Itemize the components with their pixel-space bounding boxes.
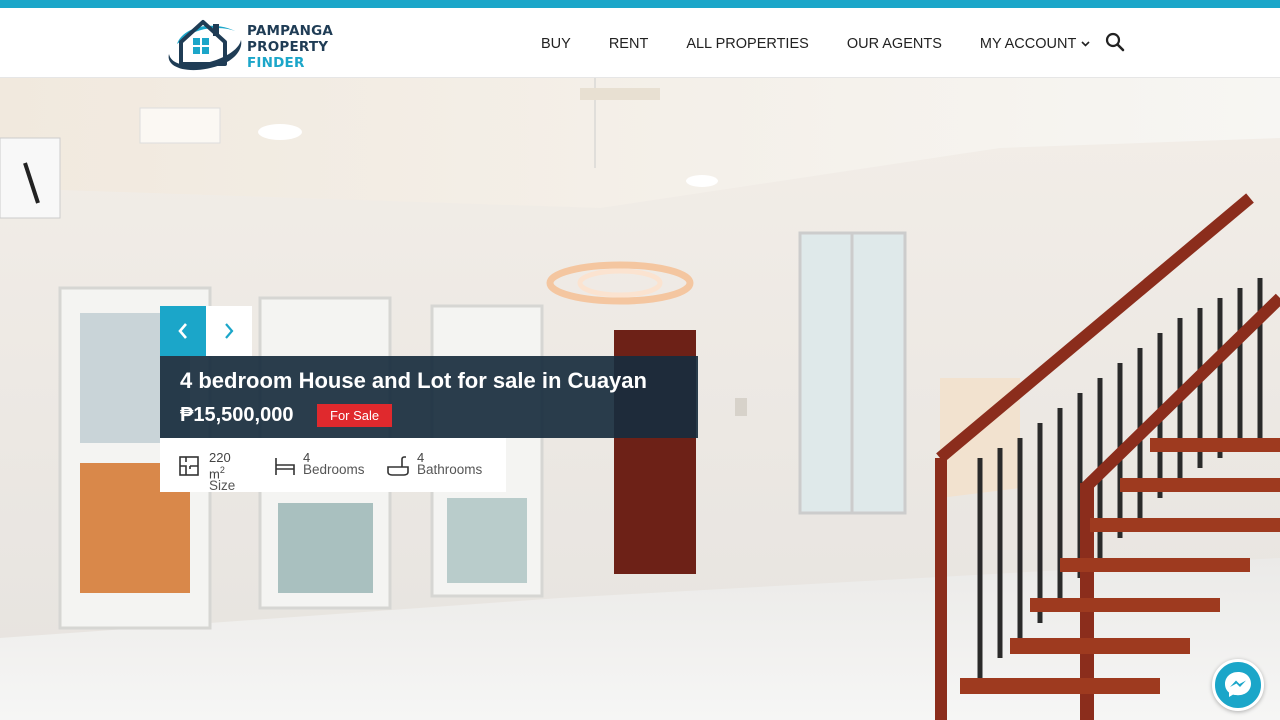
- messenger-icon: [1225, 672, 1251, 697]
- hero-property-photo: 4 bedroom House and Lot for sale in Cuay…: [0, 78, 1280, 720]
- spec-bedrooms-label: Bedrooms: [303, 462, 365, 477]
- listing-card[interactable]: 4 bedroom House and Lot for sale in Cuay…: [160, 356, 698, 438]
- chevron-down-icon: [1081, 39, 1090, 50]
- nav-item-rent-label: RENT: [608, 36, 649, 52]
- carousel-prev-button[interactable]: [160, 306, 206, 356]
- top-accent-bar: [0, 0, 1280, 8]
- messenger-chat-button[interactable]: [1212, 659, 1264, 711]
- spec-size-label: Size: [209, 478, 236, 494]
- nav-item-my-account-label: MY ACCOUNT: [979, 36, 1077, 52]
- listing-specs: 220 m2 Size 4 Bedrooms 4 Bathrooms: [160, 438, 506, 494]
- site-logo[interactable]: PAMPANGA PROPERTY FINDER: [163, 14, 343, 74]
- chevron-left-icon: [160, 306, 206, 356]
- nav-item-rent[interactable]: RENT: [609, 36, 648, 52]
- floor-plan-icon: [179, 456, 199, 476]
- spec-bathrooms-label: Bathrooms: [417, 462, 483, 477]
- house-logo-icon: [168, 20, 242, 71]
- spec-size-text: 220 m2 Size: [209, 450, 236, 494]
- bed-icon: [275, 458, 295, 475]
- spec-bathrooms-text: 4 Bathrooms: [417, 451, 483, 477]
- status-badge[interactable]: For Sale: [317, 404, 393, 427]
- nav-item-my-account[interactable]: MY ACCOUNT: [980, 36, 1090, 52]
- chevron-right-icon: [206, 306, 252, 356]
- listing-title[interactable]: 4 bedroom House and Lot for sale in Cuay…: [180, 368, 647, 394]
- main-nav: BUY RENT ALL PROPERTIES OUR AGENTS MY AC…: [541, 34, 1128, 54]
- logo-line-3: FINDER: [247, 55, 305, 71]
- nav-item-our-agents[interactable]: OUR AGENTS: [847, 36, 942, 52]
- logo-line-2: PROPERTY: [247, 39, 329, 55]
- nav-item-buy[interactable]: BUY: [541, 36, 571, 52]
- site-header: PAMPANGA PROPERTY FINDER BUY RENT ALL PR…: [0, 8, 1280, 78]
- spec-size-value: 220 m2: [209, 450, 231, 482]
- nav-item-buy-label: BUY: [541, 36, 571, 52]
- search-icon[interactable]: [1105, 32, 1125, 52]
- nav-item-all-properties[interactable]: ALL PROPERTIES: [686, 36, 809, 52]
- nav-item-our-agents-label: OUR AGENTS: [846, 36, 942, 52]
- logo-line-1: PAMPANGA: [247, 23, 334, 39]
- bathtub-icon: [387, 456, 409, 476]
- carousel-next-button[interactable]: [206, 306, 252, 356]
- nav-item-all-properties-label: ALL PROPERTIES: [686, 36, 809, 52]
- spec-bedrooms-text: 4 Bedrooms: [303, 451, 365, 477]
- logo-wordmark: PAMPANGA PROPERTY FINDER: [247, 23, 333, 71]
- listing-price: ₱15,500,000: [180, 404, 294, 426]
